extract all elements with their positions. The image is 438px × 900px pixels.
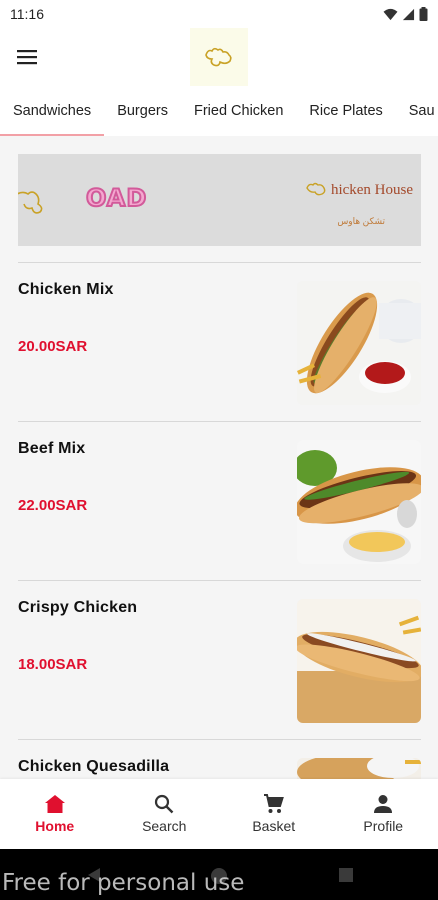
item-name: Crispy Chicken	[18, 599, 138, 616]
search-icon	[155, 794, 174, 814]
signal-icon	[402, 8, 415, 20]
banner-brand-name: hicken House	[330, 181, 413, 198]
nav-profile[interactable]: Profile	[329, 779, 438, 849]
watermark: Free for personal use	[2, 870, 245, 896]
banner-brand: hicken House	[305, 180, 413, 200]
person-icon	[374, 795, 393, 813]
wifi-icon	[383, 8, 398, 20]
item-price: 22.00SAR	[18, 497, 88, 514]
nav-basket-label: Basket	[252, 818, 296, 834]
status-icons	[383, 7, 428, 21]
item-name: Beef Mix	[18, 440, 86, 457]
banner-brand-arabic: تشكن هاوس	[337, 216, 385, 226]
item-price: 20.00SAR	[18, 338, 88, 355]
menu-item[interactable]: Chicken Quesadilla	[0, 740, 438, 779]
category-tabs: Sandwiches Burgers Fried Chicken Rice Pl…	[0, 86, 438, 136]
nav-search-label: Search	[142, 818, 187, 834]
app-logo	[190, 28, 248, 86]
hamburger-menu-icon	[17, 50, 37, 65]
item-price: 18.00SAR	[18, 656, 88, 673]
chicken-house-logo-icon	[205, 47, 232, 67]
status-bar: 11:16	[0, 0, 438, 28]
menu-item[interactable]: Chicken Mix 20.00SAR	[0, 263, 438, 422]
menu-item[interactable]: Crispy Chicken 18.00SAR	[0, 581, 438, 740]
app-bar	[0, 28, 438, 86]
nav-home-label: Home	[35, 818, 75, 834]
banner-oad-text: OAD	[85, 183, 148, 213]
menu-item[interactable]: Beef Mix 22.00SAR	[0, 422, 438, 581]
tab-fried-chicken[interactable]: Fried Chicken	[181, 86, 296, 136]
promo-banner[interactable]: OAD hicken House تشكن هاوس	[18, 154, 421, 246]
brand-chicken-icon	[306, 182, 326, 196]
status-time: 11:16	[10, 6, 44, 22]
item-name: Chicken Quesadilla	[18, 758, 170, 775]
item-image	[297, 599, 421, 723]
tab-sauces[interactable]: Sau	[396, 86, 438, 136]
menu-button[interactable]	[12, 42, 42, 72]
home-icon	[44, 795, 65, 813]
bottom-nav: Home Search Basket Profile	[0, 779, 438, 849]
item-image	[297, 758, 421, 779]
recents-icon[interactable]	[338, 867, 354, 883]
banner-chicken-icon	[18, 191, 43, 214]
nav-profile-label: Profile	[363, 818, 404, 834]
item-image	[297, 440, 421, 564]
battery-icon	[419, 7, 428, 21]
tab-burgers[interactable]: Burgers	[104, 86, 181, 136]
tab-sandwiches[interactable]: Sandwiches	[0, 86, 105, 136]
item-name: Chicken Mix	[18, 281, 114, 298]
nav-home[interactable]: Home	[0, 779, 110, 849]
nav-search[interactable]: Search	[110, 779, 220, 849]
nav-basket[interactable]: Basket	[219, 779, 329, 849]
tab-rice-plates[interactable]: Rice Plates	[296, 86, 395, 136]
menu-list[interactable]: OAD hicken House تشكن هاوس Chicken Mix 2…	[0, 136, 438, 779]
item-image	[297, 281, 421, 405]
cart-icon	[263, 794, 284, 813]
